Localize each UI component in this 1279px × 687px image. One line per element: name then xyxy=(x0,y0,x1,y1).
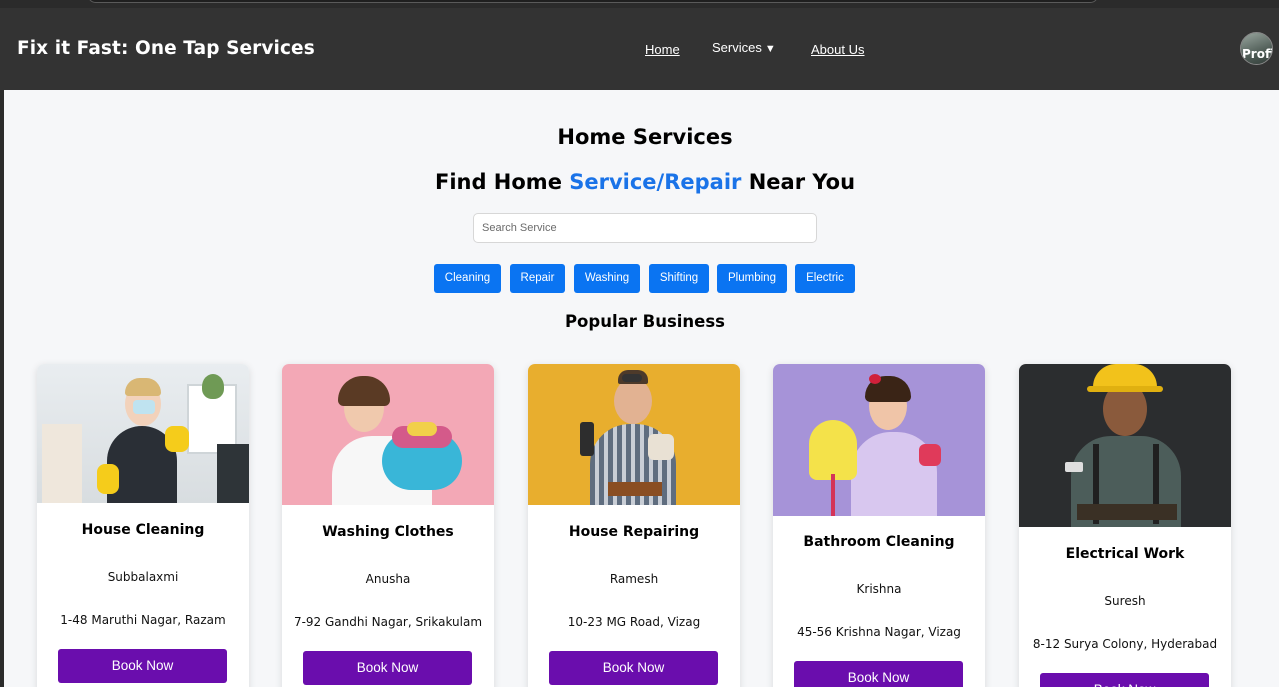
card-title: Washing Clothes xyxy=(322,524,454,540)
book-now-button[interactable]: Book Now xyxy=(58,649,227,683)
book-now-button[interactable]: Book Now xyxy=(549,651,718,685)
profile-avatar[interactable]: Profi xyxy=(1240,32,1273,65)
card-owner: Ramesh xyxy=(609,572,659,586)
hero-subtitle-post: Near You xyxy=(741,170,856,194)
card-title: Electrical Work xyxy=(1065,546,1185,562)
category-cleaning-button[interactable]: Cleaning xyxy=(434,264,501,293)
category-plumbing-button[interactable]: Plumbing xyxy=(717,264,787,293)
business-card[interactable]: House Repairing Ramesh 10-23 MG Road, Vi… xyxy=(528,364,740,687)
book-now-button[interactable]: Book Now xyxy=(794,661,963,687)
book-now-button[interactable]: Book Now xyxy=(303,651,472,685)
main-content: Home Services Find Home Service/Repair N… xyxy=(4,90,1279,687)
profile-alt-text: Profi xyxy=(1242,47,1273,61)
brand-title[interactable]: Fix it Fast: One Tap Services xyxy=(17,38,315,59)
card-owner: Anusha xyxy=(365,572,411,586)
card-owner: Krishna xyxy=(856,582,902,596)
card-address: 1-48 Maruthi Nagar, Razam xyxy=(60,613,226,627)
electrician-photo xyxy=(1019,364,1231,527)
card-address: 45-56 Krishna Nagar, Vizag xyxy=(797,625,961,639)
mop-woman-photo xyxy=(773,364,985,516)
business-card[interactable]: Electrical Work Suresh 8-12 Surya Colony… xyxy=(1019,364,1231,687)
hero-subtitle-pre: Find Home xyxy=(434,170,570,194)
browser-chrome xyxy=(0,0,1279,8)
nav-services-label: Services xyxy=(712,40,762,55)
caret-down-icon: ▼ xyxy=(764,43,776,55)
page-title: Home Services xyxy=(557,125,733,149)
card-owner: Suresh xyxy=(1104,594,1146,608)
business-card[interactable]: House Cleaning Subbalaxmi 1-48 Maruthi N… xyxy=(37,364,249,687)
card-address: 10-23 MG Road, Vizag xyxy=(567,615,701,629)
business-card[interactable]: Washing Clothes Anusha 7-92 Gandhi Nagar… xyxy=(282,364,494,687)
nav-home-link[interactable]: Home xyxy=(645,42,680,57)
category-washing-button[interactable]: Washing xyxy=(574,264,640,293)
navbar: Fix it Fast: One Tap Services Home Servi… xyxy=(0,8,1279,90)
popular-business-heading: Popular Business xyxy=(564,312,726,331)
category-shifting-button[interactable]: Shifting xyxy=(649,264,709,293)
category-repair-button[interactable]: Repair xyxy=(510,264,565,293)
card-address: 8-12 Surya Colony, Hyderabad xyxy=(1032,637,1218,651)
business-card[interactable]: Bathroom Cleaning Krishna 45-56 Krishna … xyxy=(773,364,985,687)
search-input[interactable] xyxy=(473,213,817,243)
card-owner: Subbalaxmi xyxy=(107,570,179,584)
category-electric-button[interactable]: Electric xyxy=(795,264,855,293)
card-title: House Repairing xyxy=(568,524,700,540)
browser-address-bar[interactable] xyxy=(88,0,1098,3)
hero-subtitle-accent: Service/Repair xyxy=(569,170,742,194)
nav-about-link[interactable]: About Us xyxy=(811,42,864,57)
laundry-woman-photo xyxy=(282,364,494,505)
card-title: Bathroom Cleaning xyxy=(803,534,955,550)
card-address: 7-92 Gandhi Nagar, Srikakulam xyxy=(293,615,483,629)
card-title: House Cleaning xyxy=(81,522,205,538)
book-now-button[interactable]: Book Now xyxy=(1040,673,1209,687)
cleaning-lady-photo xyxy=(37,364,249,503)
nav-services-dropdown[interactable]: Services ▼ xyxy=(712,40,776,55)
hero-subtitle: Find Home Service/Repair Near You xyxy=(4,170,1279,194)
repairman-photo xyxy=(528,364,740,505)
